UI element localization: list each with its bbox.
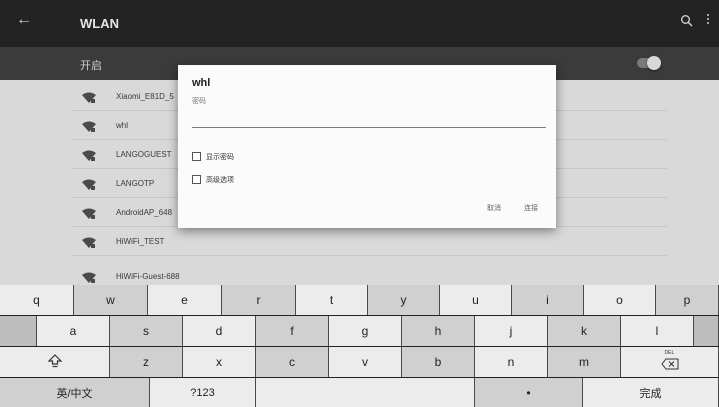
key-x[interactable]: x xyxy=(183,347,256,377)
key-k[interactable]: k xyxy=(548,316,621,346)
network-name: AndroidAP_648 xyxy=(116,208,173,217)
period-key[interactable]: • xyxy=(475,378,583,407)
network-item[interactable]: HiWiFi-Guest-688 xyxy=(72,262,667,285)
key-l[interactable]: l xyxy=(621,316,694,346)
key-u[interactable]: u xyxy=(440,285,512,315)
shift-key[interactable] xyxy=(0,347,110,377)
key-j[interactable]: j xyxy=(475,316,548,346)
key-spacer xyxy=(0,316,37,346)
key-b[interactable]: b xyxy=(402,347,475,377)
key-h[interactable]: h xyxy=(402,316,475,346)
wifi-switch-label: 开启 xyxy=(80,60,102,72)
key-i[interactable]: i xyxy=(512,285,584,315)
network-name: LANGOTP xyxy=(116,179,155,188)
key-g[interactable]: g xyxy=(329,316,402,346)
keyboard-row-3: z x c v b n m DEL xyxy=(0,347,719,377)
keyboard-row-2: a s d f g h j k l xyxy=(0,316,719,346)
key-f[interactable]: f xyxy=(256,316,329,346)
keyboard-row-1: q w e r t y u i o p xyxy=(0,285,719,315)
key-r[interactable]: r xyxy=(222,285,296,315)
key-m[interactable]: m xyxy=(548,347,621,377)
show-password-label: 显示密码 xyxy=(206,154,234,161)
space-key[interactable] xyxy=(256,378,475,407)
page-title: WLAN xyxy=(80,16,119,31)
key-spacer xyxy=(694,316,719,346)
key-e[interactable]: e xyxy=(148,285,222,315)
connect-button[interactable]: 连接 xyxy=(524,203,538,213)
wifi-locked-icon xyxy=(82,271,96,283)
key-s[interactable]: s xyxy=(110,316,183,346)
back-arrow-icon[interactable]: ← xyxy=(16,11,32,29)
key-q[interactable]: q xyxy=(0,285,74,315)
network-name: Xiaomi_E81D_5 xyxy=(116,92,174,101)
shift-icon xyxy=(47,353,63,372)
wifi-locked-icon xyxy=(82,178,96,190)
delete-text: DEL xyxy=(664,350,675,356)
overflow-menu-icon[interactable] xyxy=(705,12,711,30)
top-bar: ← WLAN xyxy=(0,0,719,47)
dialog-title: whl xyxy=(192,77,211,89)
advanced-options-label: 高级选项 xyxy=(206,177,234,184)
delete-key[interactable]: DEL xyxy=(621,347,719,377)
cancel-button[interactable]: 取消 xyxy=(487,203,501,213)
backspace-icon: DEL xyxy=(660,350,680,370)
key-t[interactable]: t xyxy=(296,285,368,315)
key-y[interactable]: y xyxy=(368,285,440,315)
key-a[interactable]: a xyxy=(37,316,110,346)
wifi-connect-dialog: whl 密码 显示密码 高级选项 取消 连接 xyxy=(178,65,556,228)
keyboard-row-4: 英/中文 ?123 • 完成 xyxy=(0,378,719,407)
key-w[interactable]: w xyxy=(74,285,148,315)
wifi-locked-icon xyxy=(82,149,96,161)
wifi-locked-icon xyxy=(82,236,96,248)
wifi-locked-icon xyxy=(82,207,96,219)
key-n[interactable]: n xyxy=(475,347,548,377)
done-key[interactable]: 完成 xyxy=(583,378,719,407)
network-name: whl xyxy=(116,121,129,130)
key-o[interactable]: o xyxy=(584,285,656,315)
password-label: 密码 xyxy=(192,98,206,105)
wlan-settings-screen: ← WLAN 开启 Xiaomi_E81D_5 whl LANGOGUEST L… xyxy=(0,0,719,407)
key-d[interactable]: d xyxy=(183,316,256,346)
on-screen-keyboard: q w e r t y u i o p a s d f g h j k l z … xyxy=(0,285,719,407)
period-glyph: • xyxy=(526,386,531,400)
language-switch-key[interactable]: 英/中文 xyxy=(0,378,150,407)
network-item[interactable]: HiWiFi_TEST xyxy=(72,227,667,256)
network-name: HiWiFi-Guest-688 xyxy=(116,272,180,281)
key-v[interactable]: v xyxy=(329,347,402,377)
advanced-options-checkbox[interactable]: 高级选项 xyxy=(192,174,312,186)
key-c[interactable]: c xyxy=(256,347,329,377)
checkbox-box[interactable] xyxy=(192,152,201,161)
network-name: HiWiFi_TEST xyxy=(116,237,165,246)
password-input[interactable] xyxy=(192,112,546,128)
wifi-locked-icon xyxy=(82,120,96,132)
network-name: LANGOGUEST xyxy=(116,150,172,159)
toggle-knob xyxy=(647,56,661,70)
key-z[interactable]: z xyxy=(110,347,183,377)
show-password-checkbox[interactable]: 显示密码 xyxy=(192,151,312,163)
wifi-locked-icon xyxy=(82,91,96,103)
symbols-key[interactable]: ?123 xyxy=(150,378,256,407)
key-p[interactable]: p xyxy=(656,285,719,315)
wifi-toggle[interactable] xyxy=(637,56,661,70)
search-icon[interactable] xyxy=(680,14,694,28)
checkbox-box[interactable] xyxy=(192,175,201,184)
